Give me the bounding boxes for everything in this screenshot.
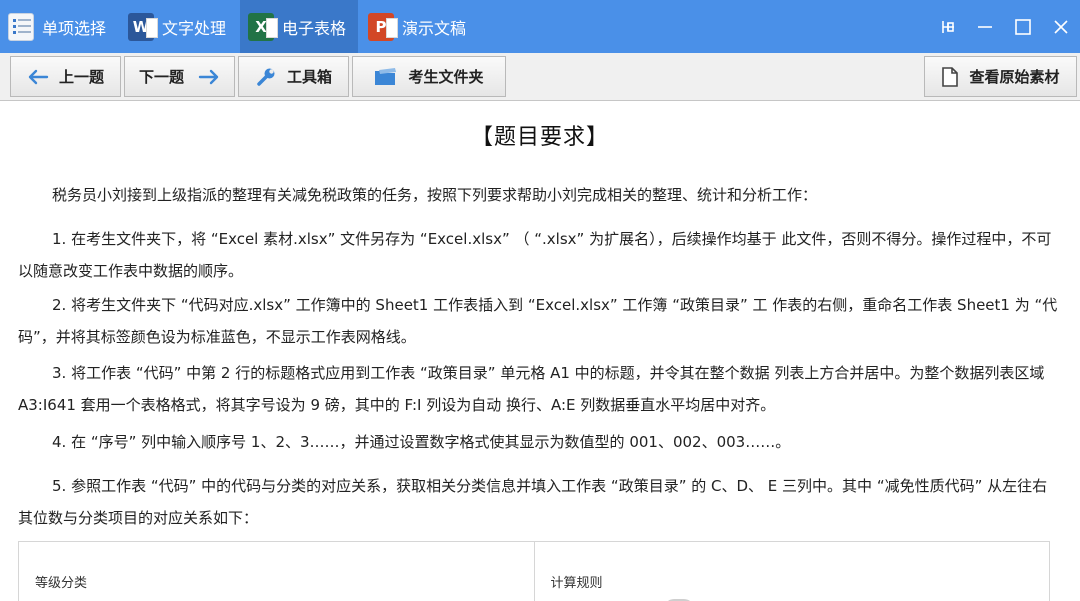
wrench-icon xyxy=(257,68,275,86)
requirement-5: 5. 参照工作表 “代码” 中的代码与分类的对应关系，获取相关分类信息并填入工作… xyxy=(18,477,1048,527)
student-folder-label: 考生文件夹 xyxy=(408,68,484,86)
list-icon xyxy=(8,12,34,41)
view-source-material-label: 查看原始素材 xyxy=(969,68,1060,86)
tab-presentation[interactable]: P 演示文稿 xyxy=(360,0,478,53)
next-question-button[interactable]: 下一题 xyxy=(124,56,235,97)
toolbox-label: 工具箱 xyxy=(286,68,332,86)
arrow-left-icon xyxy=(28,69,49,84)
window-controls xyxy=(928,0,1080,53)
requirement-3: 3. 将工作表 “代码” 中第 2 行的标题格式应用到工作表 “政策目录” 单元… xyxy=(18,364,1045,414)
question-content: 【题目要求】 税务员小刘接到上级指派的整理有关减免税政策的任务，按照下列要求帮助… xyxy=(0,101,1080,601)
tab-label: 演示文稿 xyxy=(402,18,467,38)
close-icon[interactable] xyxy=(1042,0,1080,53)
tab-label: 单项选择 xyxy=(42,18,107,38)
classification-table: 等级分类 计算规则 xyxy=(18,541,1050,601)
requirement-2: 2. 将考生文件夹下 “代码对应.xlsx” 工作簿中的 Sheet1 工作表插… xyxy=(18,296,1058,346)
excel-icon: X xyxy=(248,12,278,41)
table-header-row: 等级分类 计算规则 xyxy=(18,541,1050,601)
pin-icon[interactable] xyxy=(928,0,966,53)
tab-single-choice[interactable]: 单项选择 xyxy=(0,0,118,53)
table-header-rule: 计算规则 xyxy=(533,541,1050,601)
next-question-label: 下一题 xyxy=(138,68,184,86)
maximize-icon[interactable] xyxy=(1004,0,1042,53)
student-folder-button[interactable]: 考生文件夹 xyxy=(352,56,506,97)
document-icon xyxy=(942,66,959,87)
page-title: 【题目要求】 xyxy=(470,125,609,150)
folder-icon xyxy=(375,67,397,85)
tab-label: 文字处理 xyxy=(162,18,227,38)
tab-word-processing[interactable]: W 文字处理 xyxy=(120,0,238,53)
tab-label: 电子表格 xyxy=(282,18,347,38)
requirement-1: 1. 在考生文件夹下，将 “Excel 素材.xlsx” 文件另存为 “Exce… xyxy=(18,230,1052,280)
tab-spreadsheet[interactable]: X 电子表格 xyxy=(240,0,358,53)
view-source-material-button[interactable]: 查看原始素材 xyxy=(924,56,1077,97)
table-header-level: 等级分类 xyxy=(18,541,535,601)
powerpoint-icon: P xyxy=(368,12,398,41)
prev-question-label: 上一题 xyxy=(58,68,104,86)
prev-question-button[interactable]: 上一题 xyxy=(10,56,121,97)
title-bar: 单项选择 W 文字处理 X 电子表格 P 演示文稿 xyxy=(0,0,1080,53)
toolbox-button[interactable]: 工具箱 xyxy=(238,56,349,97)
minimize-icon[interactable] xyxy=(966,0,1004,53)
arrow-right-icon xyxy=(198,69,219,84)
requirement-4: 4. 在 “序号” 列中输入顺序号 1、2、3……，并通过设置数字格式使其显示为… xyxy=(52,433,791,451)
word-icon: W xyxy=(128,12,158,41)
toolbar: 上一题 下一题 工具箱 考生文件夹 查看原始素材 xyxy=(0,53,1080,101)
intro-paragraph: 税务员小刘接到上级指派的整理有关减免税政策的任务，按照下列要求帮助小刘完成相关的… xyxy=(52,186,818,204)
